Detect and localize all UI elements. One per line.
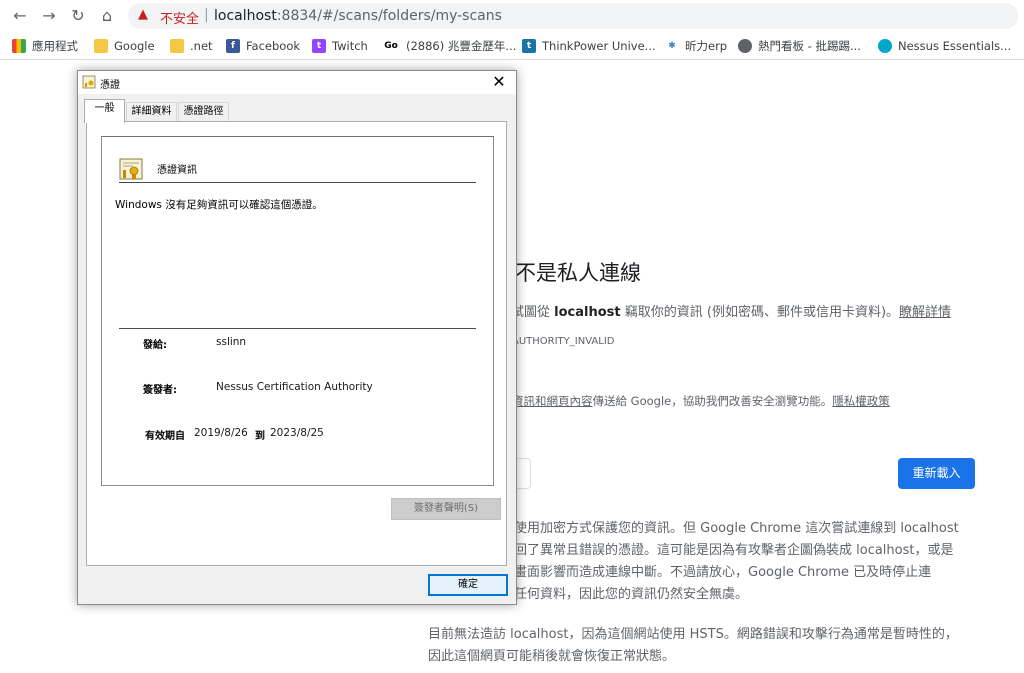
bookmark-thinkpower[interactable]: t ThinkPower Unive...: [522, 37, 656, 55]
forward-icon[interactable]: →: [39, 6, 59, 26]
safe-browsing-link[interactable]: 資訊和網頁內容: [512, 394, 593, 408]
dialog-titlebar[interactable]: 憑證 ✕: [78, 71, 516, 94]
dialog-title: 憑證: [100, 80, 120, 91]
goodinfo-icon: Go: [382, 39, 400, 53]
certificate-info-title: 憑證資訊: [157, 165, 197, 176]
twitch-icon: t: [312, 39, 326, 53]
error-title: 不是私人連線: [515, 261, 641, 285]
valid-from-label: 有效期自: [145, 431, 185, 442]
divider: [119, 328, 476, 329]
nessus-icon: [878, 39, 892, 53]
tab-general[interactable]: 一般: [84, 99, 125, 123]
folder-icon: [170, 39, 184, 53]
thinkpower-icon: t: [522, 39, 536, 53]
privacy-policy-link[interactable]: 隱私權政策: [832, 394, 890, 408]
certificate-info-box: 憑證資訊 Windows 沒有足夠資訊可以確認這個憑證。 發給: sslinn …: [101, 136, 494, 486]
bookmark-nessus[interactable]: Nessus Essentials...: [878, 37, 1011, 55]
error-code: AUTHORITY_INVALID: [512, 336, 615, 347]
security-label[interactable]: 不安全: [160, 8, 199, 27]
tab-details[interactable]: 詳細資料: [126, 102, 177, 122]
tab-cert-path[interactable]: 憑證路徑: [178, 102, 229, 122]
bookmark-erp[interactable]: ✱ 昕力erp: [665, 37, 727, 55]
issued-to-value: sslinn: [216, 336, 247, 348]
reload-icon[interactable]: ↻: [68, 6, 88, 26]
facebook-icon: f: [226, 39, 240, 53]
certificate-icon: [119, 158, 143, 180]
back-icon[interactable]: ←: [10, 6, 30, 26]
address-bar[interactable]: ▲ 不安全 | localhost:8834/#/scans/folders/m…: [128, 3, 1018, 29]
certificate-dialog: 憑證 ✕ 一般 詳細資料 憑證路徑 憑證資訊 Windows 沒有足夠資訊可以確…: [77, 70, 517, 605]
issued-by-value: Nessus Certification Authority: [216, 381, 373, 393]
home-icon[interactable]: ⌂: [97, 6, 117, 26]
erp-icon: ✱: [665, 39, 679, 53]
certificate-warning-message: Windows 沒有足夠資訊可以確認這個憑證。: [115, 199, 323, 211]
issued-by-label: 簽發者:: [143, 385, 177, 396]
close-icon[interactable]: ✕: [490, 72, 508, 92]
issued-to-label: 發給:: [143, 340, 167, 351]
separator: |: [204, 7, 209, 23]
tab-panel-general: 憑證資訊 Windows 沒有足夠資訊可以確認這個憑證。 發給: sslinn …: [86, 121, 507, 566]
bookmark-facebook[interactable]: f Facebook: [226, 37, 300, 55]
issuer-statement-button[interactable]: 簽發者聲明(S): [391, 498, 501, 520]
bookmarks-bar: 應用程式 Google .net f Facebook t Twitch Go …: [0, 32, 1024, 60]
learn-more-link[interactable]: 瞭解詳情: [899, 305, 951, 320]
safe-browsing-optin: 資訊和網頁內容傳送給 Google，協助我們改善安全瀏覽功能。隱私權政策: [512, 394, 890, 408]
bookmark-net[interactable]: .net: [170, 37, 213, 55]
bookmark-twitch[interactable]: t Twitch: [312, 37, 368, 55]
error-description: 試圖從 localhost 竊取你的資訊 (例如密碼、郵件或信用卡資料)。瞭解詳…: [511, 305, 952, 320]
valid-to-label: 到: [255, 431, 265, 442]
ok-button[interactable]: 確定: [428, 574, 508, 596]
bookmark-ptt[interactable]: 熱門看板 - 批踢踢...: [738, 37, 861, 55]
divider: [119, 182, 476, 183]
bookmark-goodinfo[interactable]: Go (2886) 兆豐金歷年...: [382, 37, 516, 55]
url-text[interactable]: localhost:8834/#/scans/folders/my-scans: [214, 8, 502, 24]
folder-icon: [94, 39, 108, 53]
bookmark-apps[interactable]: 應用程式: [12, 37, 78, 55]
valid-to-value: 2023/8/25: [270, 427, 324, 439]
browser-toolbar: ← → ↻ ⌂ ▲ 不安全 | localhost:8834/#/scans/f…: [0, 0, 1024, 32]
reload-button[interactable]: 重新載入: [898, 458, 975, 489]
valid-from-value: 2019/8/26: [194, 427, 248, 439]
globe-icon: [738, 39, 752, 53]
warning-icon[interactable]: ▲: [138, 7, 148, 22]
details-paragraph: 使用加密方式保護您的資訊。但 Google Chrome 這次嘗試連線到 loc…: [514, 521, 959, 602]
bookmark-google[interactable]: Google: [94, 37, 155, 55]
hsts-paragraph: 目前無法造訪 localhost，因為這個網站使用 HSTS。網路錯誤和攻擊行為…: [428, 627, 958, 664]
certificate-icon: [82, 75, 96, 89]
apps-grid-icon: [12, 39, 26, 53]
